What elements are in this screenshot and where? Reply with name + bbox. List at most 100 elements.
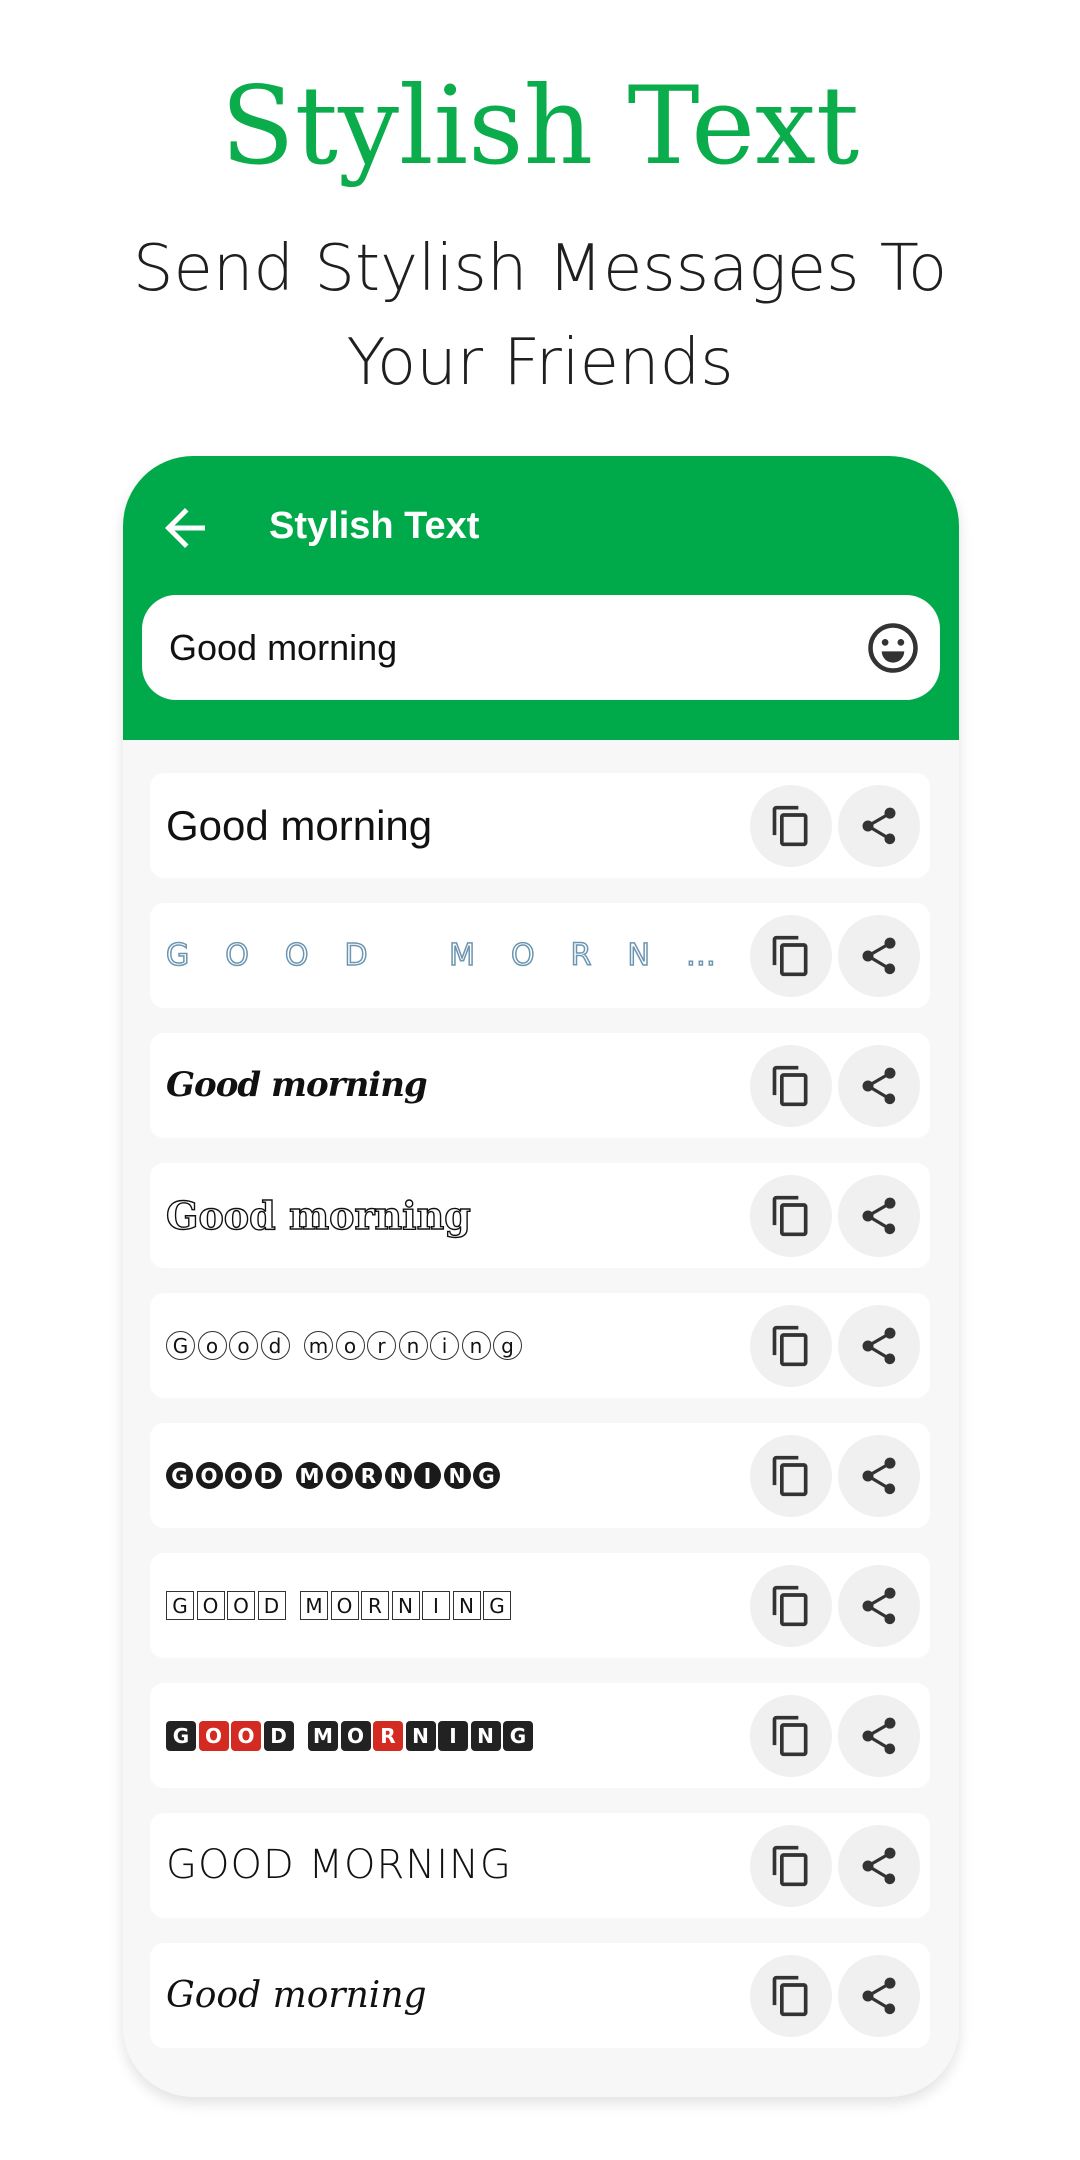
styled-letter: O [195, 1462, 223, 1489]
styled-letter: n [398, 1331, 428, 1360]
styled-letter: R [373, 1720, 403, 1751]
share-icon [862, 1067, 896, 1105]
styled-letter: o [229, 1331, 258, 1360]
styled-letter: d [260, 1331, 290, 1360]
styled-letter: O [227, 1591, 255, 1620]
copy-button[interactable] [750, 1955, 832, 2037]
share-button[interactable] [838, 1695, 920, 1777]
styled-text-row[interactable]: Good morning [150, 773, 930, 878]
styled-letter: N [384, 1462, 412, 1489]
copy-icon [772, 1065, 808, 1107]
promo-subtitle-line-1: Send Stylish Messages To [132, 232, 948, 306]
styled-letter: G [483, 1591, 511, 1620]
styled-text-row[interactable]: GOOD MORNING [150, 1813, 930, 1918]
styled-letter: r [367, 1331, 396, 1360]
styled-letter: D [263, 1720, 294, 1751]
copy-button[interactable] [750, 1305, 832, 1387]
styled-text-row[interactable]: Good morning [150, 1033, 930, 1138]
emoji-button[interactable] [866, 621, 920, 675]
styled-letter: O [198, 1720, 229, 1751]
styled-letter: N [452, 1591, 481, 1620]
copy-button[interactable] [750, 1175, 832, 1257]
copy-icon [772, 1845, 808, 1887]
styled-letter: R [361, 1591, 389, 1620]
copy-icon [772, 1195, 808, 1237]
copy-icon [772, 935, 808, 977]
share-icon [862, 1457, 896, 1495]
styled-letter: N [443, 1462, 471, 1489]
styled-text-row[interactable]: GOODMORNING [150, 1423, 930, 1528]
styled-letter: G [473, 1462, 500, 1489]
styled-letter: G [166, 1591, 194, 1620]
copy-button[interactable] [750, 1825, 832, 1907]
styled-letter: O [225, 1462, 252, 1489]
styled-text: Good morning [166, 802, 433, 849]
share-button[interactable] [838, 1305, 920, 1387]
styled-letter: D [257, 1591, 286, 1620]
share-icon [862, 807, 896, 845]
styled-letter: N [405, 1720, 436, 1751]
styled-text: Goodmorning [166, 1293, 726, 1398]
styled-text-row[interactable]: Good morning [150, 1163, 930, 1268]
styled-letter: M [308, 1720, 338, 1751]
copy-button[interactable] [750, 1695, 832, 1777]
styled-letter: O [330, 1591, 359, 1620]
styled-letter: O [231, 1720, 261, 1751]
styled-text-row[interactable]: GOODMORNING [150, 1553, 930, 1658]
styled-text-row[interactable]: GOODMORNING [150, 1683, 930, 1788]
styled-text: GOODMORNING [166, 1423, 726, 1528]
copy-button[interactable] [750, 785, 832, 867]
copy-icon [772, 1975, 808, 2017]
styled-letter: M [300, 1591, 328, 1620]
copy-button[interactable] [750, 1565, 832, 1647]
copy-icon [772, 1715, 808, 1757]
styled-letter: o [197, 1331, 227, 1360]
share-button[interactable] [838, 1565, 920, 1647]
share-icon [862, 1717, 896, 1755]
back-button[interactable] [155, 498, 215, 558]
copy-button[interactable] [750, 915, 832, 997]
styled-text: Good morning [166, 1975, 427, 2016]
copy-icon [772, 1455, 808, 1497]
share-button[interactable] [838, 1175, 920, 1257]
styled-letter: O [340, 1720, 371, 1751]
share-icon [862, 937, 896, 975]
copy-button[interactable] [750, 1045, 832, 1127]
styled-text-row[interactable]: Goodmorning [150, 1293, 930, 1398]
share-button[interactable] [838, 785, 920, 867]
share-icon [862, 1847, 896, 1885]
copy-icon [772, 1325, 808, 1367]
phone-mockup: Stylish Text Good morning Good morning GO… [123, 456, 959, 2097]
styled-letter: G [166, 1720, 196, 1751]
styled-letter: D [254, 1462, 282, 1489]
styled-letter: N [470, 1720, 501, 1751]
styled-letter: I [438, 1720, 468, 1751]
styled-text: GOOD MORNING [166, 1842, 512, 1888]
share-button[interactable] [838, 1045, 920, 1127]
smiley-icon [868, 623, 918, 673]
text-input[interactable]: Good morning [142, 595, 940, 700]
styled-letter: g [493, 1331, 522, 1360]
share-button[interactable] [838, 915, 920, 997]
text-input-value[interactable]: Good morning [169, 595, 397, 700]
share-button[interactable] [838, 1825, 920, 1907]
share-button[interactable] [838, 1955, 920, 2037]
styled-letter: M [296, 1462, 323, 1489]
styled-text-row[interactable]: Good morning [150, 1943, 930, 2048]
styled-text: GOODMORNING [166, 1553, 726, 1658]
arrow-left-icon [165, 508, 205, 548]
share-icon [862, 1197, 896, 1235]
styled-text: GOOD MORNING [166, 937, 726, 974]
copy-button[interactable] [750, 1435, 832, 1517]
styled-letter: m [304, 1331, 333, 1360]
share-button[interactable] [838, 1435, 920, 1517]
app-title: Stylish Text [269, 505, 480, 547]
styled-text-row[interactable]: GOOD MORNING [150, 903, 930, 1008]
styled-letter: I [414, 1462, 441, 1489]
styled-letter: G [166, 1462, 193, 1489]
styled-letter: o [335, 1331, 365, 1360]
share-icon [862, 1587, 896, 1625]
share-icon [862, 1977, 896, 2015]
styled-text-list: Good morningGOOD MORNINGGood morningGood… [150, 773, 930, 2073]
styled-text: GOODMORNING [166, 1683, 726, 1788]
